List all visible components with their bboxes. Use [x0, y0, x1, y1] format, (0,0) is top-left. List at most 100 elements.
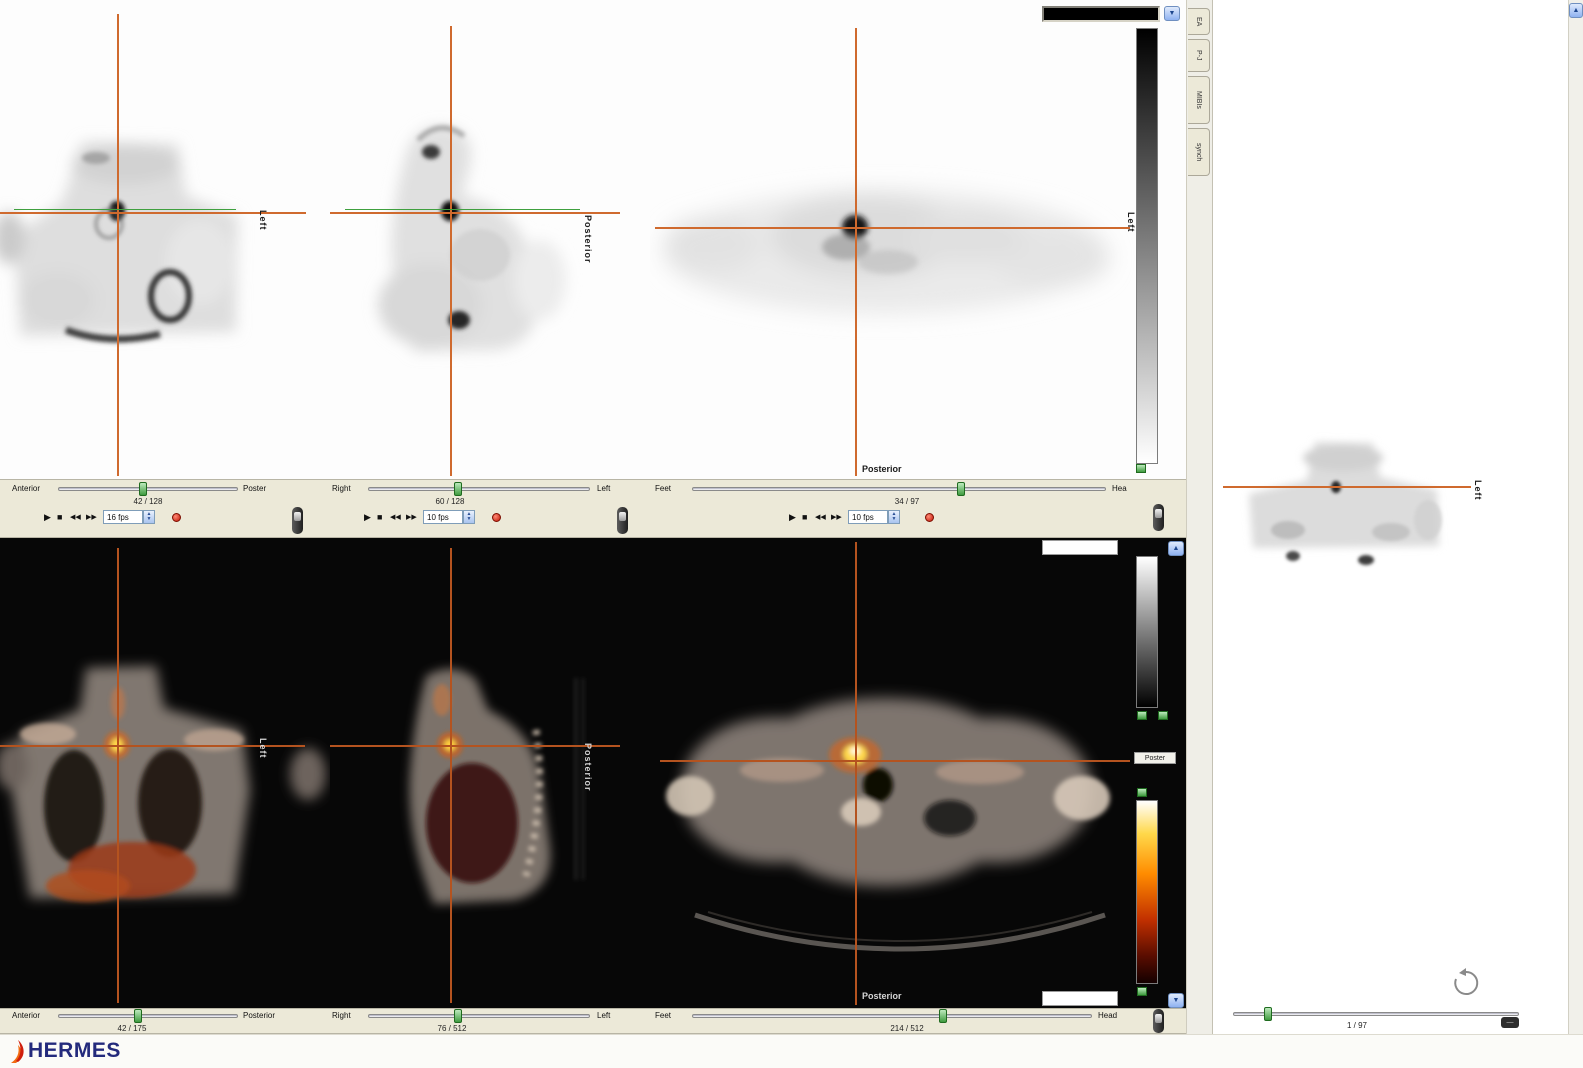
slice-counter: 76 / 512	[420, 1024, 484, 1033]
fps-spinner[interactable]: ▲ ▼	[143, 510, 155, 524]
record-indicator[interactable]	[925, 513, 934, 522]
tab-study-1[interactable]: EA	[1188, 8, 1210, 35]
reference-coronal-image[interactable]	[1223, 430, 1473, 590]
fusion-sagittal-slice-slider[interactable]	[368, 1014, 590, 1018]
pet-colormap-dropdown-arrow[interactable]: ▼	[1164, 6, 1180, 21]
crosshair-vertical	[450, 548, 452, 1003]
tab-study-2[interactable]: P-J	[1188, 39, 1210, 72]
play-button[interactable]: ▶	[44, 512, 51, 522]
zoom-slider[interactable]	[292, 507, 303, 534]
slice-counter: 42 / 128	[116, 497, 180, 506]
pet-colormap-select[interactable]	[1042, 6, 1160, 22]
pet-coronal-slice-slider[interactable]	[58, 487, 238, 491]
play-button[interactable]: ▶	[789, 512, 796, 522]
slider-handle[interactable]	[139, 482, 147, 496]
flame-icon	[8, 1038, 26, 1064]
colorbar-handle[interactable]	[1137, 788, 1147, 797]
fusion-scroll-down-button[interactable]: ▼	[1168, 993, 1184, 1008]
step-forward-button[interactable]: ▶▶	[86, 513, 97, 523]
reference-line	[14, 209, 236, 210]
zoom-slider[interactable]	[617, 507, 628, 534]
slider-handle[interactable]	[957, 482, 965, 496]
orientation-label: Posterior	[583, 215, 593, 264]
stop-button[interactable]: ■	[377, 512, 382, 522]
step-back-button[interactable]: ◀◀	[70, 513, 81, 523]
fusion-hot-colorbar[interactable]	[1136, 800, 1158, 984]
fps-spinner[interactable]: ▲ ▼	[888, 510, 900, 524]
step-back-button[interactable]: ◀◀	[390, 513, 401, 523]
step-forward-button[interactable]: ▶▶	[831, 513, 842, 523]
chevron-up-icon: ▲	[1573, 7, 1580, 14]
spin-down-icon: ▼	[467, 517, 472, 522]
fusion-axial-view[interactable]: Posterior	[650, 538, 1135, 1008]
stop-button[interactable]: ■	[802, 512, 807, 522]
zoom-slider[interactable]	[1153, 504, 1164, 531]
tab-label: MIBIs	[1195, 91, 1202, 109]
rotate-icon[interactable]	[1451, 968, 1481, 1003]
fps-input[interactable]: 10 fps	[848, 510, 888, 524]
pet-grayscale-colorbar[interactable]	[1136, 28, 1158, 464]
collapse-button[interactable]: —	[1501, 1017, 1519, 1028]
step-back-button[interactable]: ◀◀	[815, 513, 826, 523]
status-strip: HERMES	[0, 1034, 1583, 1068]
fusion-control-band: Anterior Posterior 42 / 175 Right Left 7…	[0, 1008, 1186, 1034]
window-scrollbar[interactable]: ▲	[1568, 0, 1583, 1068]
pet-coronal-view[interactable]: Left	[0, 0, 330, 479]
crosshair-horizontal	[1223, 486, 1471, 488]
fps-input[interactable]: 10 fps	[423, 510, 463, 524]
fusion-axial-slice-slider[interactable]	[692, 1014, 1092, 1018]
tab-label: EA	[1195, 17, 1202, 26]
step-forward-button[interactable]: ▶▶	[406, 513, 417, 523]
slider-min-label: Right	[332, 1011, 351, 1020]
pet-sagittal-view[interactable]: Posterior	[330, 0, 650, 479]
pet-sagittal-slice-slider[interactable]	[368, 487, 590, 491]
slider-handle[interactable]	[134, 1009, 142, 1023]
brand-name: HERMES	[28, 1039, 121, 1063]
fusion-scroll-up-button[interactable]: ▲	[1168, 541, 1184, 556]
orientation-label-bottom: Posterior	[862, 464, 902, 474]
record-indicator[interactable]	[492, 513, 501, 522]
slider-max-label: Left	[597, 1011, 610, 1020]
pet-axial-slice-slider[interactable]	[692, 487, 1106, 491]
tab-study-4[interactable]: synch	[1188, 128, 1210, 176]
fusion-sagittal-view[interactable]: Posterior	[330, 538, 650, 1008]
zoom-slider[interactable]	[1153, 1009, 1164, 1033]
colorbar-lower-handle[interactable]	[1136, 464, 1146, 473]
play-button[interactable]: ▶	[364, 512, 371, 522]
chevron-down-icon: ▼	[1173, 997, 1180, 1004]
fusion-viewer-area: Left	[0, 538, 1186, 1008]
slice-counter: 34 / 97	[875, 497, 939, 506]
fps-spinner[interactable]: ▲ ▼	[463, 510, 475, 524]
fusion-level-chip[interactable]	[1042, 991, 1118, 1006]
reference-slice-slider[interactable]	[1233, 1012, 1519, 1016]
fusion-coronal-slice-slider[interactable]	[58, 1014, 238, 1018]
stop-button[interactable]: ■	[57, 512, 62, 522]
slice-counter: 1 / 97	[1325, 1021, 1389, 1030]
colorbar-handle[interactable]	[1158, 711, 1168, 720]
colorbar-handle[interactable]	[1137, 711, 1147, 720]
pet-coronal-image	[0, 0, 330, 479]
scroll-up-button[interactable]: ▲	[1569, 3, 1583, 18]
slider-handle[interactable]	[454, 482, 462, 496]
slice-counter: 214 / 512	[875, 1024, 939, 1033]
crosshair-horizontal	[660, 760, 1130, 762]
fps-input[interactable]: 16 fps	[103, 510, 143, 524]
fusion-grayscale-colorbar[interactable]	[1136, 556, 1158, 708]
chevron-up-icon: ▲	[1173, 545, 1180, 552]
colorbar-handle[interactable]	[1137, 987, 1147, 996]
tab-study-3[interactable]: MIBIs	[1188, 76, 1210, 124]
crosshair-vertical	[117, 548, 119, 1003]
slider-handle[interactable]	[1264, 1007, 1272, 1021]
spin-down-icon: ▼	[892, 517, 897, 522]
record-indicator[interactable]	[172, 513, 181, 522]
slider-handle[interactable]	[454, 1009, 462, 1023]
fusion-scale-label: Poster	[1134, 752, 1176, 764]
slider-handle[interactable]	[939, 1009, 947, 1023]
fusion-coronal-image	[0, 538, 330, 1008]
pet-axial-view[interactable]: Left Posterior	[650, 0, 1135, 479]
fusion-coronal-view[interactable]: Left	[0, 538, 330, 1008]
fusion-colormap-select[interactable]	[1042, 540, 1118, 555]
orientation-label: Left	[258, 210, 268, 231]
study-tab-strip: EA P-J MIBIs synch	[1186, 0, 1212, 1034]
slider-min-label: Feet	[655, 484, 671, 493]
